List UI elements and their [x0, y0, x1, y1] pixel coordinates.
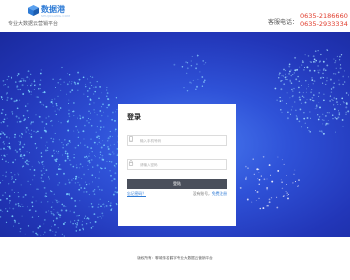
username-input[interactable] — [140, 136, 224, 145]
login-title: 登录 — [127, 113, 141, 121]
password-input[interactable] — [140, 160, 224, 169]
no-account-text: 没有账号， — [192, 191, 212, 196]
phone-number-2: 0635-2933334 — [300, 20, 348, 28]
forgot-password-link[interactable]: 忘记密码？ — [127, 191, 146, 197]
footer-copyright: 版权所有：聊城传名鹤宇专业大数据云营销平台 — [137, 256, 213, 260]
username-field[interactable] — [127, 135, 227, 146]
login-panel: 登录 登陆 忘记密码？ 没有账号，免费注册 — [118, 104, 236, 226]
logo-cube-icon — [28, 5, 39, 16]
register-link[interactable]: 免费注册 — [212, 191, 227, 196]
logo-slogan: 专业大数据云营销平台 — [8, 21, 59, 27]
logo-domain: SHUJUGANG.COM — [41, 14, 70, 18]
hero-banner: 登录 登陆 忘记密码？ 没有账号，免费注册 — [0, 32, 350, 237]
register-row: 没有账号，免费注册 — [193, 191, 227, 197]
header: 数据港 SHUJUGANG.COM 专业大数据云营销平台 客服电话： 0635-… — [0, 0, 350, 30]
phone-number-1: 0635-2186660 — [300, 12, 348, 20]
phone-icon — [129, 136, 133, 142]
password-field[interactable] — [127, 159, 227, 170]
footer: 版权所有：聊城传名鹤宇专业大数据云营销平台 — [0, 237, 350, 280]
login-button[interactable]: 登陆 — [127, 179, 227, 189]
lock-icon — [128, 160, 134, 166]
phone-label: 客服电话： — [267, 19, 298, 26]
logo[interactable]: 数据港 SHUJUGANG.COM 专业大数据云营销平台 — [4, 2, 84, 28]
